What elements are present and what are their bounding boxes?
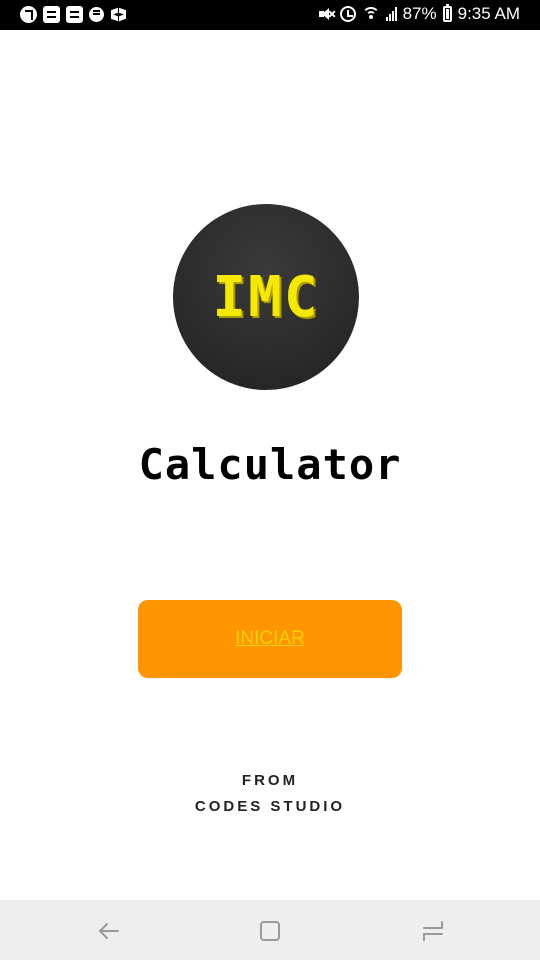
app-logo: IMC xyxy=(173,204,359,390)
wifi-icon xyxy=(361,7,380,21)
music-icon xyxy=(20,6,37,23)
navigation-bar xyxy=(0,900,540,960)
alarm-icon xyxy=(339,6,356,22)
start-button[interactable]: INICIAR xyxy=(138,600,402,678)
start-button-label: INICIAR xyxy=(235,628,305,649)
system-status: 87% 9:35 AM xyxy=(318,4,520,24)
app-title: Calculator xyxy=(138,440,402,489)
notification-icons xyxy=(20,6,128,23)
back-icon[interactable] xyxy=(96,918,122,944)
status-bar: 87% 9:35 AM xyxy=(0,0,540,30)
dropbox-icon xyxy=(110,7,128,23)
document-icon xyxy=(66,6,83,23)
document-icon xyxy=(43,6,60,23)
credit-from: FROM xyxy=(241,772,299,789)
logo-text: IMC xyxy=(212,264,320,330)
mute-icon xyxy=(318,6,334,22)
clock: 9:35 AM xyxy=(457,4,520,23)
battery-percent: 87% xyxy=(402,4,437,23)
recent-apps-icon[interactable] xyxy=(420,918,446,944)
home-icon[interactable] xyxy=(257,918,283,944)
battery-icon xyxy=(442,4,452,22)
credit-studio: CODES STUDIO xyxy=(194,798,346,815)
message-icon xyxy=(89,7,104,22)
signal-icon xyxy=(385,7,397,21)
